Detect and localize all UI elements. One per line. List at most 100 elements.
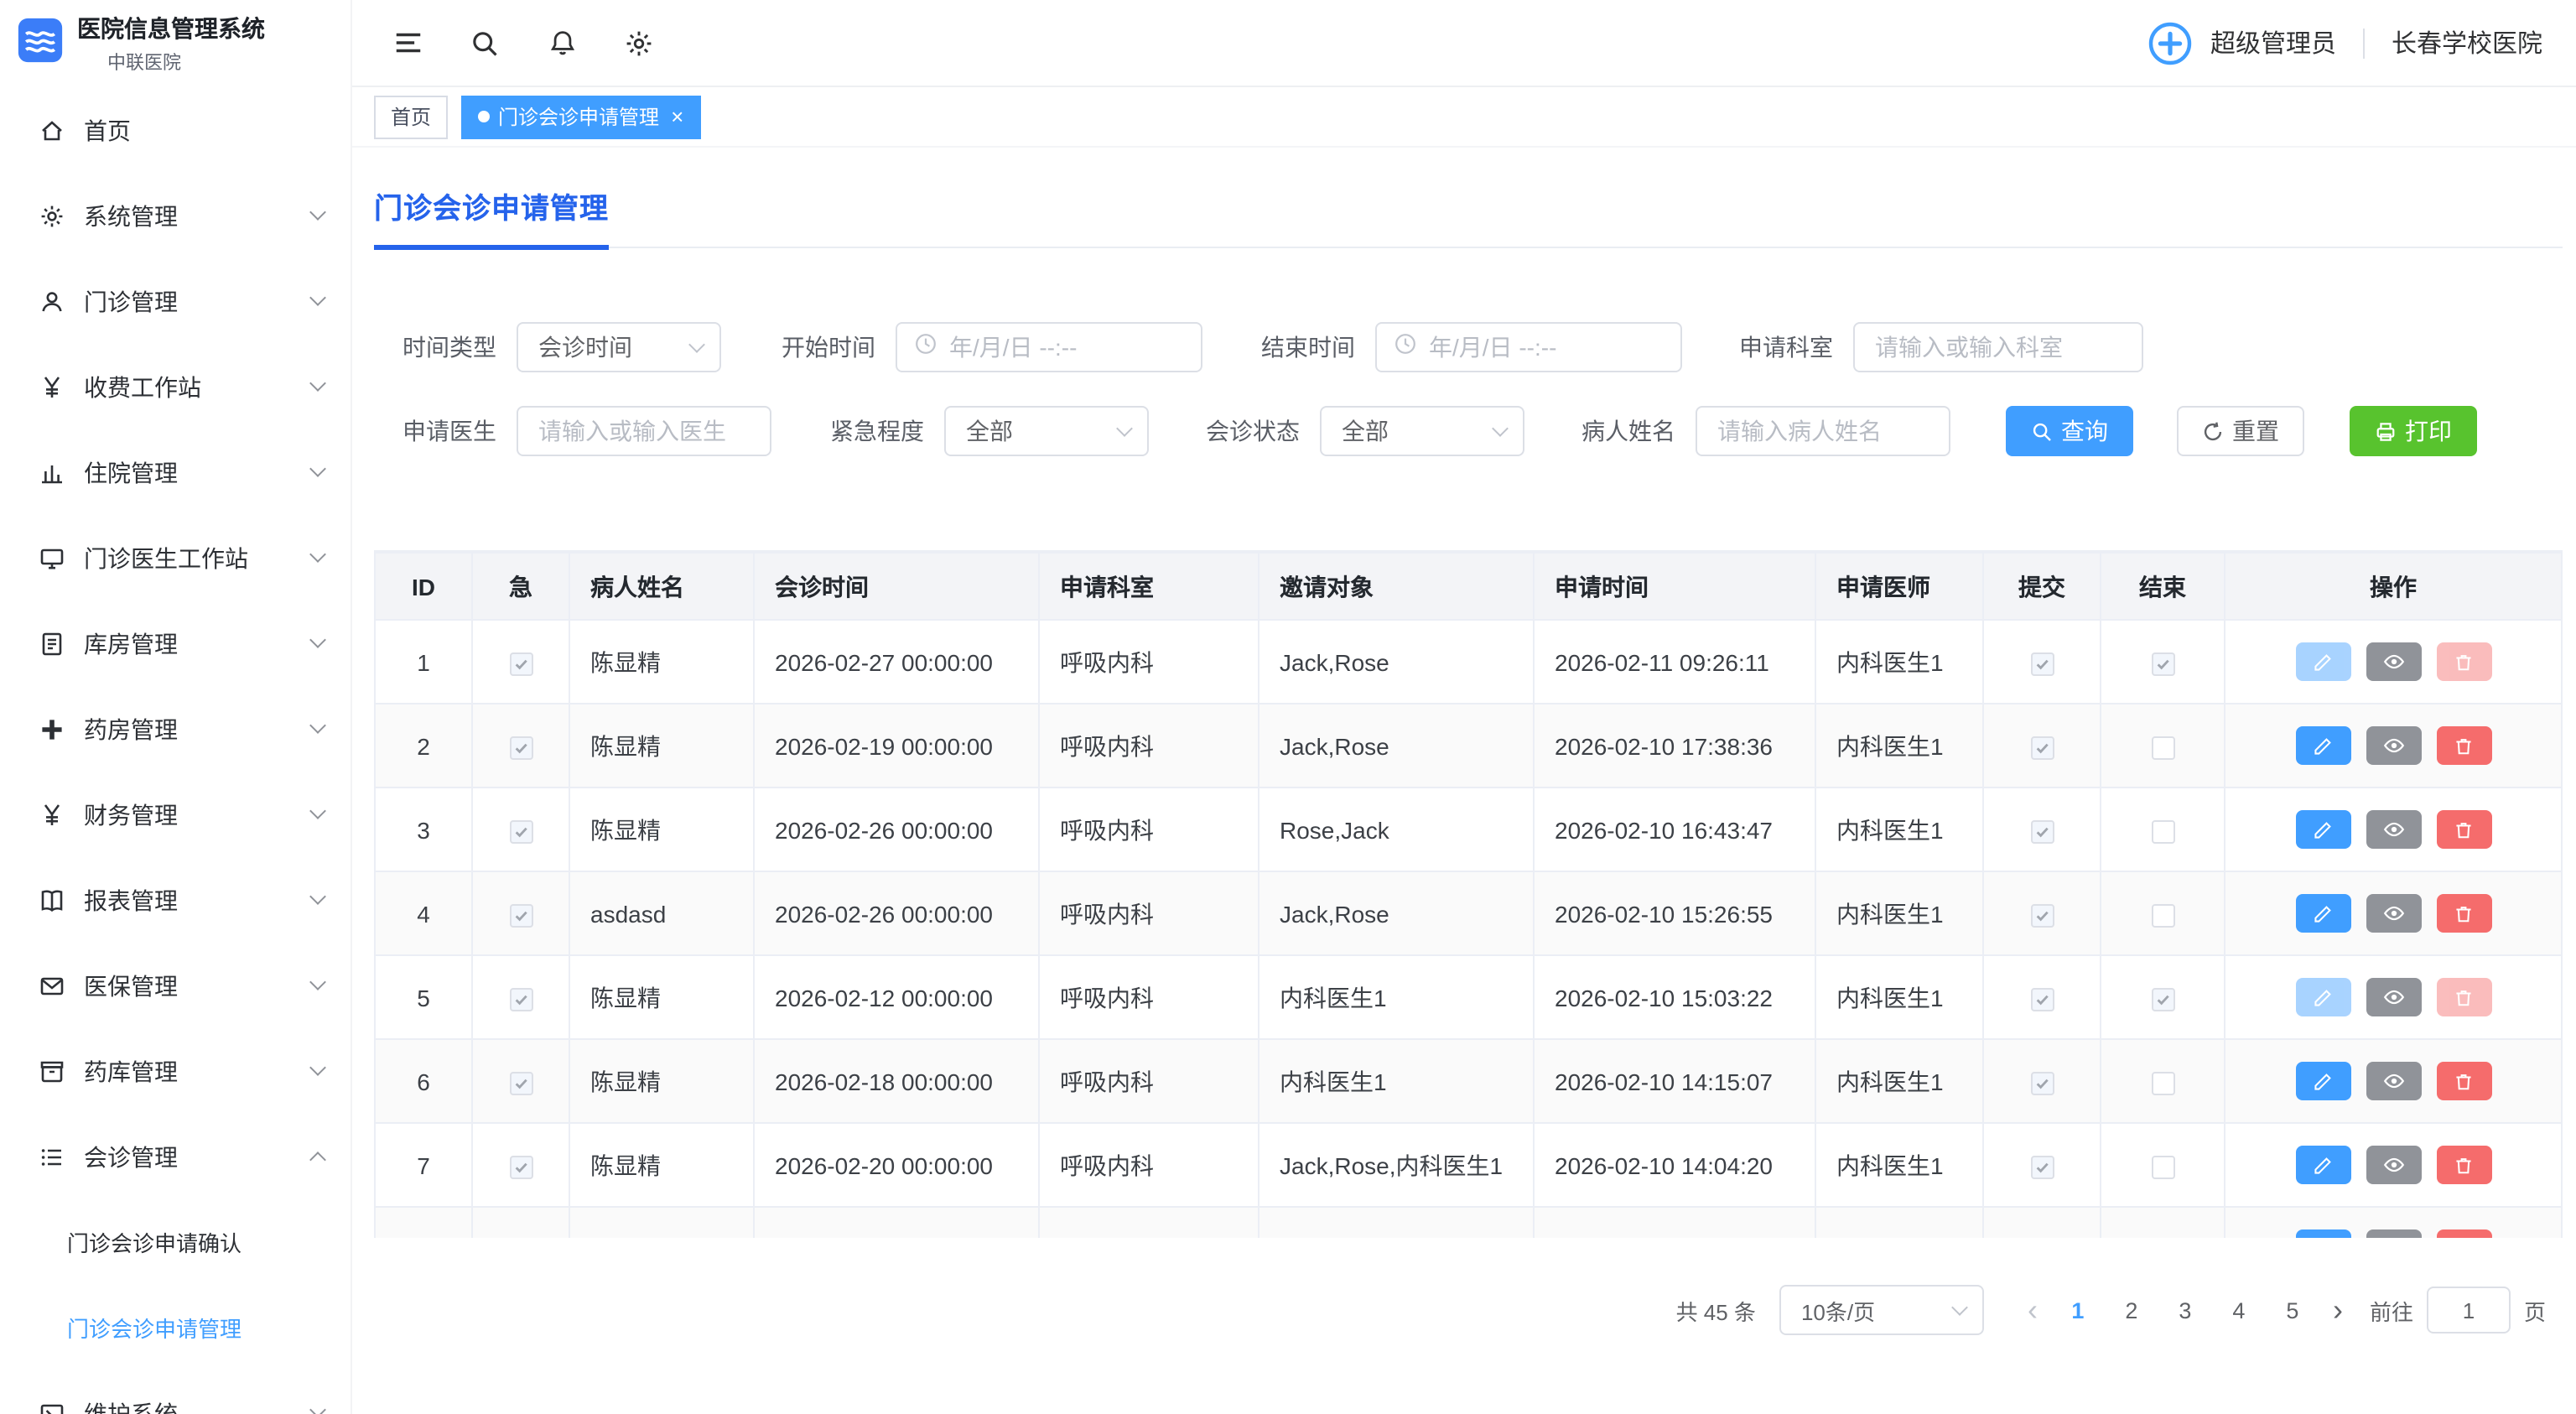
apply-doctor-input[interactable] (517, 406, 771, 456)
sidebar-item[interactable]: 医保管理 (0, 943, 351, 1028)
sidebar-item[interactable]: 门诊管理 (0, 258, 351, 344)
cell-doctor: 内科医生1 (1815, 788, 1983, 871)
apply-dept-input[interactable] (1853, 322, 2143, 372)
cell-urgent (472, 620, 569, 704)
hospital-name: 长春学校医院 (2392, 25, 2542, 60)
time-type-label: 时间类型 (402, 330, 496, 364)
view-button[interactable] (2366, 810, 2421, 849)
sidebar-item[interactable]: 会诊管理 (0, 1114, 351, 1199)
reset-button[interactable]: 重置 (2177, 406, 2304, 456)
tab-label: 首页 (391, 102, 431, 131)
view-button[interactable] (2366, 1229, 2421, 1238)
sidebar-item[interactable]: 门诊医生工作站 (0, 515, 351, 600)
edit-button[interactable] (2295, 1062, 2350, 1100)
urgent-checkbox (509, 987, 532, 1011)
tab[interactable]: 门诊会诊申请管理× (461, 95, 700, 138)
page-size-select[interactable]: 10条/页 (1779, 1285, 1984, 1335)
cell-apply-time: 2026-02-10 15:03:22 (1534, 955, 1815, 1039)
delete-button[interactable] (2436, 1062, 2491, 1100)
bell-icon[interactable] (545, 26, 579, 60)
cell-ended (2101, 871, 2225, 955)
time-type-select[interactable]: 会诊时间 (517, 322, 721, 372)
view-button[interactable] (2366, 642, 2421, 681)
cell-urgent (472, 1207, 569, 1238)
tab-close-icon[interactable]: × (671, 106, 683, 127)
filter-panel: 时间类型 会诊时间 开始时间 年/月/日 --:-- (374, 322, 2563, 456)
goto-page-input[interactable] (2427, 1287, 2511, 1333)
edit-button[interactable] (2295, 894, 2350, 933)
edit-button[interactable] (2295, 726, 2350, 765)
sidebar-item[interactable]: 库房管理 (0, 600, 351, 686)
admin-name[interactable]: 超级管理员 (2210, 25, 2336, 60)
view-button[interactable] (2366, 1146, 2421, 1184)
cell-apply-time: 2026-02-10 17:38:36 (1534, 704, 1815, 788)
delete-button[interactable] (2436, 1146, 2491, 1184)
page-number[interactable]: 5 (2271, 1297, 2314, 1323)
sidebar-item[interactable]: 维护系统 (0, 1370, 351, 1414)
mail-icon (37, 971, 65, 1000)
medical-cross-icon[interactable] (2147, 19, 2194, 66)
page-number[interactable]: 2 (2110, 1297, 2153, 1323)
sidebar-subitem[interactable]: 门诊会诊申请确认 (0, 1199, 351, 1285)
tab-dot-icon (478, 111, 490, 122)
delete-button[interactable] (2436, 726, 2491, 765)
edit-button[interactable] (2295, 810, 2350, 849)
start-time-input[interactable]: 年/月/日 --:-- (896, 322, 1202, 372)
delete-button[interactable] (2436, 810, 2491, 849)
clock-icon (914, 331, 937, 363)
edit-button[interactable] (2295, 1146, 2350, 1184)
print-button-label: 打印 (2405, 414, 2452, 448)
end-time-input[interactable]: 年/月/日 --:-- (1375, 322, 1682, 372)
edit-button (2295, 978, 2350, 1016)
page-number[interactable]: 3 (2163, 1297, 2207, 1323)
status-select[interactable]: 全部 (1320, 406, 1524, 456)
sidebar-item[interactable]: 药房管理 (0, 686, 351, 772)
query-button[interactable]: 查询 (2006, 406, 2133, 456)
sidebar-item[interactable]: 住院管理 (0, 429, 351, 515)
sidebar-item[interactable]: 收费工作站 (0, 344, 351, 429)
view-button[interactable] (2366, 726, 2421, 765)
view-button[interactable] (2366, 894, 2421, 933)
search-icon[interactable] (468, 26, 501, 60)
content: 门诊会诊申请管理 时间类型 会诊时间 开始时间 (352, 148, 2576, 1414)
page-size-value: 10条/页 (1801, 1294, 1875, 1326)
hospital-logo-icon (17, 16, 64, 71)
edit-button[interactable] (2295, 1229, 2350, 1238)
sidebar-item[interactable]: 财务管理 (0, 772, 351, 857)
cell-submitted (1983, 955, 2101, 1039)
sidebar-item[interactable]: 首页 (0, 87, 351, 173)
edit-button (2295, 642, 2350, 681)
view-button[interactable] (2366, 978, 2421, 1016)
urgency-select[interactable]: 全部 (944, 406, 1149, 456)
ended-checkbox (2151, 652, 2174, 675)
cell-actions (2225, 620, 2562, 704)
cell-actions (2225, 871, 2562, 955)
cell-doctor: 内科医生1 (1815, 620, 1983, 704)
hamburger-icon[interactable] (391, 26, 424, 60)
next-page-icon[interactable]: › (2319, 1295, 2356, 1325)
gear-icon (37, 201, 65, 230)
sidebar-item[interactable]: 报表管理 (0, 857, 351, 943)
cell-invitees: 内科医生1 (1259, 955, 1534, 1039)
view-button[interactable] (2366, 1062, 2421, 1100)
chevron-down-icon (309, 632, 326, 648)
settings-icon[interactable] (622, 26, 656, 60)
sidebar-item[interactable]: 药库管理 (0, 1028, 351, 1114)
patient-name-input[interactable] (1696, 406, 1950, 456)
delete-button[interactable] (2436, 894, 2491, 933)
column-header: 邀请对象 (1259, 553, 1534, 620)
delete-button[interactable] (2436, 1229, 2491, 1238)
table-row (375, 1207, 2562, 1238)
page-number[interactable]: 4 (2217, 1297, 2261, 1323)
print-button[interactable]: 打印 (2350, 406, 2477, 456)
cell-patient (569, 1207, 754, 1238)
cell-doctor: 内科医生1 (1815, 871, 1983, 955)
page-number[interactable]: 1 (2056, 1297, 2100, 1323)
query-button-label: 查询 (2061, 414, 2108, 448)
sidebar-item[interactable]: 系统管理 (0, 173, 351, 258)
cell-id: 1 (375, 620, 472, 704)
cell-submitted (1983, 1039, 2101, 1123)
cell-dept (1039, 1207, 1259, 1238)
tab[interactable]: 首页 (374, 95, 448, 138)
sidebar-subitem[interactable]: 门诊会诊申请管理 (0, 1285, 351, 1370)
